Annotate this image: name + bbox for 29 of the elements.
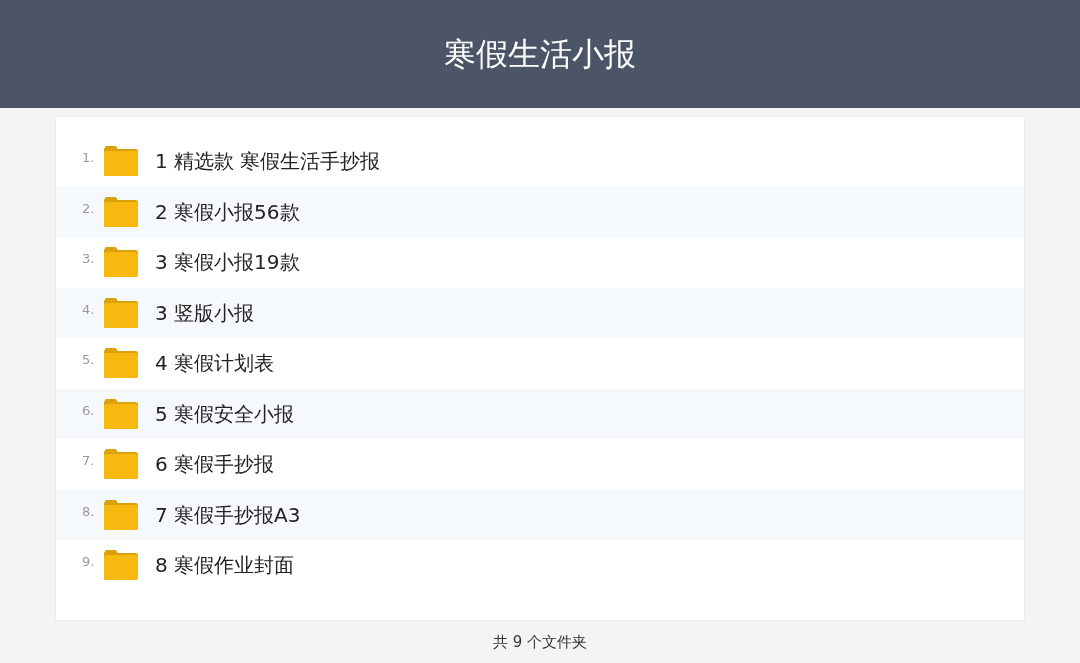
folder-icon [104,146,138,177]
folder-name[interactable]: 3 竖版小报 [155,299,255,326]
folder-icon [104,247,138,278]
folder-name[interactable]: 8 寒假作业封面 [155,552,295,579]
row-number: 6. [82,402,96,419]
folder-count: 共 9 个文件夹 [492,632,588,652]
folder-icon [104,348,138,379]
row-number: 1. [82,150,96,167]
folder-icon [104,398,138,429]
folder-icon [104,550,138,581]
folder-name[interactable]: 7 寒假手抄报A3 [155,501,301,528]
row-number: 9. [82,554,96,571]
folder-name[interactable]: 3 寒假小报19款 [155,249,300,276]
row-number: 5. [82,352,96,369]
folder-icon [104,297,138,328]
folder-icon [104,196,138,227]
row-number: 2. [82,200,96,217]
folder-name[interactable]: 5 寒假安全小报 [155,400,295,427]
folder-name[interactable]: 4 寒假计划表 [155,350,275,377]
row-number: 8. [82,503,96,520]
row-number: 7. [82,453,96,470]
folder-icon [104,449,138,480]
folder-name[interactable]: 6 寒假手抄报 [155,451,275,478]
folder-icon [104,499,138,530]
row-number: 3. [82,251,96,268]
folder-name[interactable]: 1 精选款 寒假生活手抄报 [155,148,381,175]
page-title: 寒假生活小报 [444,34,636,74]
folder-name[interactable]: 2 寒假小报56款 [155,198,300,225]
row-number: 4. [82,301,96,318]
